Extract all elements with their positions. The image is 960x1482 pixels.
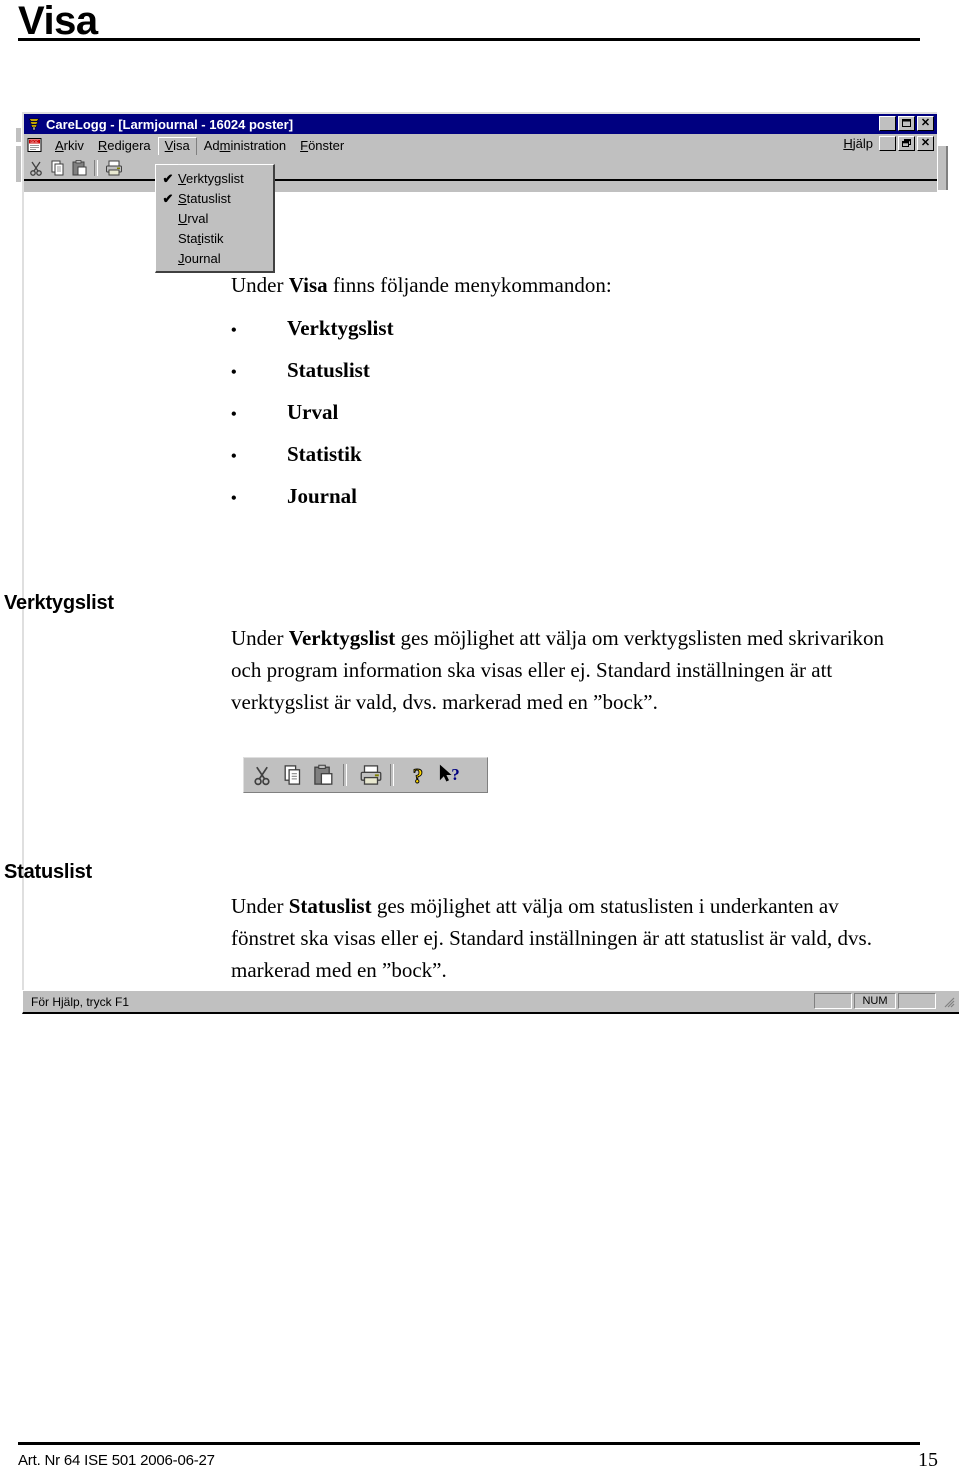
checkmark-icon: ✔ [162, 170, 174, 186]
section-paragraph-verktygslist: Under Verktygslist ges möjlighet att väl… [231, 622, 903, 718]
bullet-glyph: • [231, 448, 237, 465]
checkmark-icon: ✔ [162, 190, 174, 206]
window-title-text: CareLogg - [Larmjournal - 16024 poster] [46, 116, 294, 132]
toolbar-separator [343, 764, 347, 786]
footer-article-info: Art. Nr 64 ISE 501 2006-06-27 [18, 1452, 215, 1469]
bullet-glyph: • [231, 490, 237, 507]
window-right-edge-clip [938, 146, 948, 190]
window-controls[interactable]: _ ✕ [879, 116, 934, 131]
bullet-glyph: • [231, 322, 237, 339]
intro-paragraph: Under Visa finns följande menykommandon: [231, 272, 612, 298]
minimize-button[interactable]: _ [879, 116, 896, 131]
list-item: • Statuslist [231, 358, 394, 400]
mdi-restore-button[interactable] [898, 136, 915, 151]
cut-icon[interactable] [26, 158, 46, 178]
carelogg-app-icon [26, 116, 42, 132]
menu-command-list: • Verktygslist • Statuslist • Urval • St… [231, 316, 394, 526]
window-statusbar: För Hjälp, tryck F1 NUM [22, 990, 959, 1014]
window-titlebar: CareLogg - [Larmjournal - 16024 poster] … [24, 114, 937, 134]
list-item: • Verktygslist [231, 316, 394, 358]
menu-item-label: Urval [178, 210, 209, 226]
bullet-glyph: • [231, 364, 237, 381]
menubar: DOC Arkiv Redigera Visa Administration F… [24, 135, 937, 156]
menu-item-statistik[interactable]: Statistik [156, 228, 273, 248]
close-button[interactable]: ✕ [917, 116, 934, 131]
list-item: • Statistik [231, 442, 394, 484]
context-help-icon: ? [436, 762, 462, 788]
menu-item-journal[interactable]: Journal [156, 248, 273, 268]
menu-item-verktygslist[interactable]: ✔ Verktygslist [156, 168, 273, 188]
cut-icon [249, 762, 275, 788]
window-client-area [22, 192, 939, 992]
menu-arkiv[interactable]: Arkiv [48, 137, 91, 155]
intro-prefix: Under [231, 273, 289, 297]
para-prefix: Under [231, 626, 289, 650]
mdi-close-button[interactable]: ✕ [917, 136, 934, 151]
mdi-minimize-button[interactable]: _ [879, 136, 896, 151]
section-heading-verktygslist: Verktygslist [4, 592, 114, 614]
list-item: • Urval [231, 400, 394, 442]
paste-icon [311, 762, 337, 788]
menu-hjalp[interactable]: Hjälp [843, 136, 873, 151]
menu-item-label: Statuslist [178, 190, 231, 206]
maximize-button[interactable] [898, 116, 915, 131]
statusbar-hint-text: För Hjälp, tryck F1 [31, 994, 130, 1009]
section-paragraph-statuslist: Under Statuslist ges möjlighet att välja… [231, 890, 903, 986]
window-left-edge-clip-bottom [16, 146, 21, 182]
list-item-label: Journal [287, 484, 358, 508]
menu-fonster[interactable]: Fönster [293, 137, 351, 155]
header-rule [18, 38, 920, 41]
list-item-label: Urval [287, 400, 339, 424]
menu-administration[interactable]: Administration [197, 137, 293, 155]
list-item-label: Verktygslist [287, 316, 394, 340]
list-item-label: Statuslist [287, 358, 370, 382]
svg-text:?: ? [451, 765, 459, 784]
footer-page-number: 15 [918, 1449, 938, 1471]
menu-item-label: Statistik [178, 230, 224, 246]
copy-icon[interactable] [48, 158, 68, 178]
statusbar-pane-num: NUM [854, 993, 896, 1009]
toolbar-separator [94, 160, 98, 176]
intro-suffix: finns följande menykommandon: [327, 273, 612, 297]
menu-visa[interactable]: Visa [157, 136, 197, 155]
statusbar-pane-empty-2 [898, 993, 936, 1009]
window-left-edge-clip-top [16, 128, 21, 142]
visa-dropdown-menu[interactable]: ✔ Verktygslist ✔ Statuslist Urval Statis… [155, 164, 275, 273]
menu-item-urval[interactable]: Urval [156, 208, 273, 228]
intro-bold: Visa [288, 273, 328, 297]
menu-item-label: Verktygslist [178, 170, 244, 186]
help-icon: ? [405, 762, 431, 788]
para-bold: Statuslist [288, 894, 372, 918]
paste-icon[interactable] [70, 158, 90, 178]
menubar-right-group: Hjälp _ ✕ [843, 136, 934, 151]
menu-item-label: Journal [178, 250, 221, 266]
menu-item-statuslist[interactable]: ✔ Statuslist [156, 188, 273, 208]
copy-icon [280, 762, 306, 788]
list-item: • Journal [231, 484, 394, 526]
toolbar-separator [390, 764, 394, 786]
print-icon[interactable] [104, 158, 124, 178]
toolbar-figure: ? ? [243, 757, 488, 793]
section-heading-statuslist: Statuslist [4, 861, 93, 883]
para-prefix: Under [231, 894, 289, 918]
list-item-label: Statistik [287, 442, 362, 466]
bullet-glyph: • [231, 406, 237, 423]
footer-rule [18, 1442, 920, 1445]
menu-redigera[interactable]: Redigera [91, 137, 158, 155]
svg-text:DOC: DOC [31, 140, 39, 144]
statusbar-panes: NUM [814, 993, 955, 1009]
statusbar-pane-empty-1 [814, 993, 852, 1009]
document-icon[interactable]: DOC [27, 138, 43, 153]
resize-grip-icon[interactable] [941, 994, 955, 1008]
svg-text:?: ? [413, 765, 423, 788]
print-icon [358, 762, 384, 788]
para-bold: Verktygslist [288, 626, 396, 650]
